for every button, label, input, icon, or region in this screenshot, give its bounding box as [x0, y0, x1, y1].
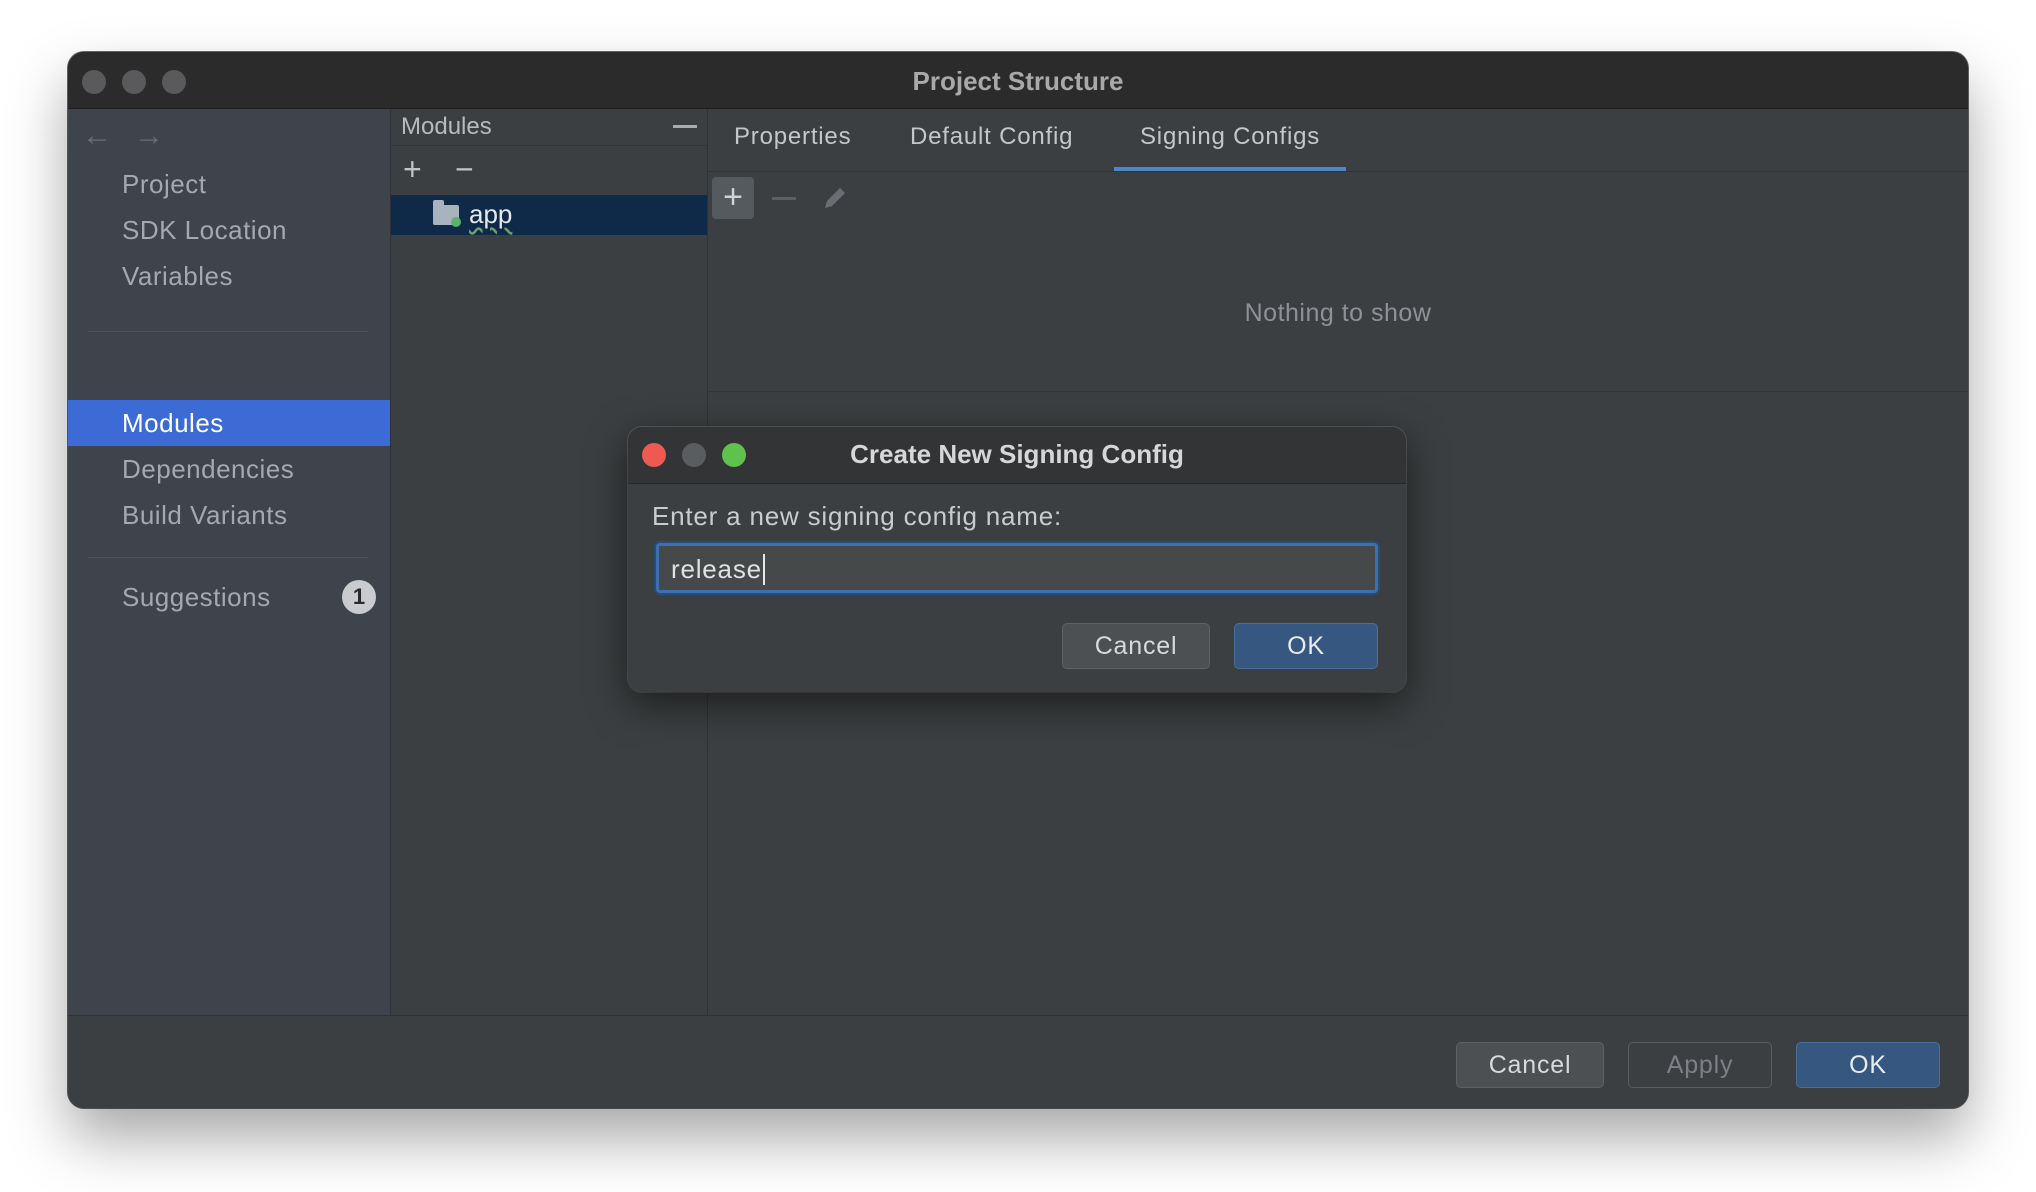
add-signing-config-button[interactable]: + — [712, 177, 754, 219]
forward-arrow-icon[interactable]: → — [134, 119, 164, 153]
pencil-icon[interactable] — [820, 183, 850, 213]
dialog-titlebar: Create New Signing Config — [628, 427, 1406, 484]
ok-button[interactable]: OK — [1796, 1042, 1940, 1088]
sidebar-divider — [88, 331, 368, 332]
back-arrow-icon[interactable]: ← — [82, 119, 112, 153]
module-tabs: Properties Default Config Signing Config… — [708, 109, 1968, 172]
apply-button[interactable]: Apply — [1628, 1042, 1772, 1088]
dialog-cancel-button[interactable]: Cancel — [1062, 623, 1210, 669]
remove-module-button[interactable]: − — [455, 153, 474, 185]
cancel-button[interactable]: Cancel — [1456, 1042, 1604, 1088]
dialog-ok-button[interactable]: OK — [1234, 623, 1378, 669]
modules-title: Modules — [401, 113, 492, 140]
suggestions-count-badge: 1 — [342, 580, 376, 614]
sidebar-item-sdk-location[interactable]: SDK Location — [68, 207, 390, 253]
add-module-button[interactable]: + — [403, 153, 422, 185]
empty-state-text: Nothing to show — [1244, 299, 1432, 327]
dialog-title: Create New Signing Config — [850, 439, 1184, 469]
module-label: app — [469, 199, 513, 229]
tab-default-config[interactable]: Default Config — [884, 109, 1099, 171]
window-titlebar: Project Structure — [68, 52, 1968, 109]
remove-signing-config-button[interactable] — [772, 197, 796, 200]
tab-signing-configs[interactable]: Signing Configs — [1114, 109, 1347, 171]
modules-header: Modules — [391, 109, 707, 146]
signing-config-name-input[interactable]: release — [656, 543, 1378, 593]
sidebar-item-build-variants[interactable]: Build Variants — [68, 492, 390, 538]
collapse-icon[interactable] — [673, 125, 697, 128]
module-status-dot — [451, 217, 461, 227]
sidebar-item-project[interactable]: Project — [68, 161, 390, 207]
tab-properties[interactable]: Properties — [708, 109, 877, 171]
dialog-footer: Cancel Apply OK — [68, 1015, 1968, 1108]
sidebar: ← → Project SDK Location Variables Modul… — [68, 109, 391, 1015]
create-signing-config-dialog: Create New Signing Config Enter a new si… — [628, 427, 1406, 692]
module-item-app[interactable]: app — [391, 195, 707, 235]
signing-config-name-value: release — [671, 554, 765, 585]
sidebar-item-modules[interactable]: Modules — [68, 400, 390, 446]
sidebar-item-dependencies[interactable]: Dependencies — [68, 446, 390, 492]
sidebar-divider — [88, 557, 368, 558]
sidebar-item-variables[interactable]: Variables — [68, 253, 390, 299]
window-title: Project Structure — [912, 66, 1124, 96]
content-divider — [708, 391, 1968, 392]
signing-config-name-label: Enter a new signing config name: — [652, 501, 1063, 531]
